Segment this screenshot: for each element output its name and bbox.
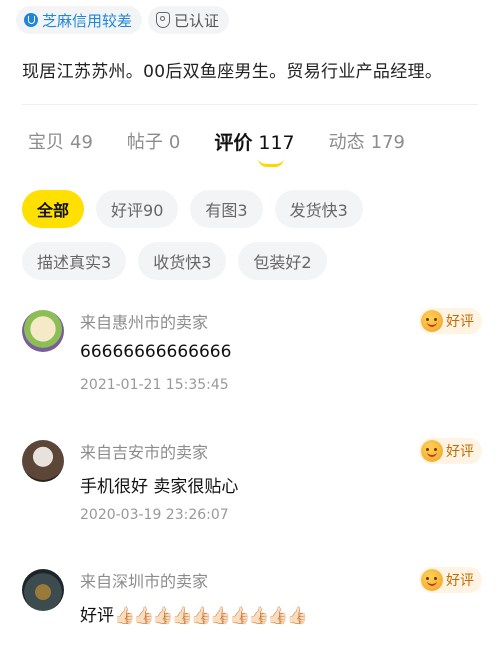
tab-items-label: 宝贝	[28, 132, 64, 153]
credit-badge-label: 芝麻信用较差	[42, 11, 133, 30]
filter-good-packaging[interactable]: 包装好2	[238, 242, 327, 280]
tab-activity-count: 179	[370, 132, 405, 153]
filter-positive[interactable]: 好评90	[96, 190, 179, 228]
smile-face-icon	[421, 440, 443, 462]
badge-bar: 芝麻信用较差 已认证	[16, 6, 230, 34]
tab-items-count: 49	[70, 132, 93, 153]
filter-fast-shipping[interactable]: 发货快3	[274, 190, 363, 228]
divider	[22, 104, 478, 105]
verified-badge[interactable]: 已认证	[148, 6, 230, 34]
thumbs-up-emoji-row: 👍🏻👍🏻👍🏻👍🏻👍🏻👍🏻👍🏻👍🏻👍🏻👍🏻	[114, 606, 308, 626]
filter-with-images[interactable]: 有图3	[190, 190, 263, 228]
credit-badge[interactable]: 芝麻信用较差	[16, 6, 143, 34]
positive-tag-label: 好评	[446, 573, 474, 589]
tab-posts-count: 0	[168, 132, 181, 153]
tab-posts[interactable]: 帖子 0	[127, 128, 180, 155]
filter-all[interactable]: 全部	[22, 190, 85, 228]
smile-face-icon	[421, 310, 443, 332]
review-text: 好评	[80, 606, 114, 626]
positive-tag-label: 好评	[446, 444, 474, 460]
smile-face-icon	[421, 569, 443, 591]
avatar[interactable]	[22, 310, 64, 352]
review-content: 66666666666666	[80, 342, 232, 362]
credit-drop-icon	[24, 13, 38, 27]
tab-activity[interactable]: 动态 179	[329, 128, 405, 155]
verified-shield-icon	[156, 12, 171, 28]
positive-tag: 好评	[419, 308, 482, 334]
tab-activity-label: 动态	[328, 132, 365, 153]
verified-badge-label: 已认证	[174, 11, 220, 30]
positive-tag-label: 好评	[446, 314, 474, 330]
tab-reviews[interactable]: 评价 117	[214, 128, 295, 167]
review-content: 好评👍🏻👍🏻👍🏻👍🏻👍🏻👍🏻👍🏻👍🏻👍🏻👍🏻	[80, 601, 308, 626]
tab-items[interactable]: 宝贝 49	[28, 128, 93, 155]
review-seller: 来自深圳市的卖家	[80, 572, 209, 591]
review-content: 手机很好 卖家很贴心	[80, 477, 239, 497]
review-filters: 全部 好评90 有图3 发货快3 描述真实3 收货快3 包装好2	[22, 190, 482, 294]
review-seller: 来自惠州市的卖家	[80, 313, 209, 332]
profile-tabs: 宝贝 49 帖子 0 评价 117 动态 179	[28, 128, 405, 167]
tab-posts-label: 帖子	[126, 132, 163, 153]
review-date: 2020-03-19 23:26:07	[80, 507, 229, 523]
positive-tag: 好评	[419, 438, 482, 464]
tab-reviews-count: 117	[258, 132, 295, 154]
filter-fast-receipt[interactable]: 收货快3	[138, 242, 227, 280]
review-seller: 来自吉安市的卖家	[80, 443, 209, 462]
avatar[interactable]	[22, 569, 64, 611]
profile-bio: 现居江苏苏州。00后双鱼座男生。贸易行业产品经理。	[22, 62, 443, 82]
avatar[interactable]	[22, 440, 64, 482]
review-date: 2021-01-21 15:35:45	[80, 377, 229, 393]
active-tab-indicator	[258, 158, 285, 167]
filter-accurate-description[interactable]: 描述真实3	[22, 242, 127, 280]
tab-reviews-label: 评价	[214, 132, 253, 154]
positive-tag: 好评	[419, 567, 482, 593]
